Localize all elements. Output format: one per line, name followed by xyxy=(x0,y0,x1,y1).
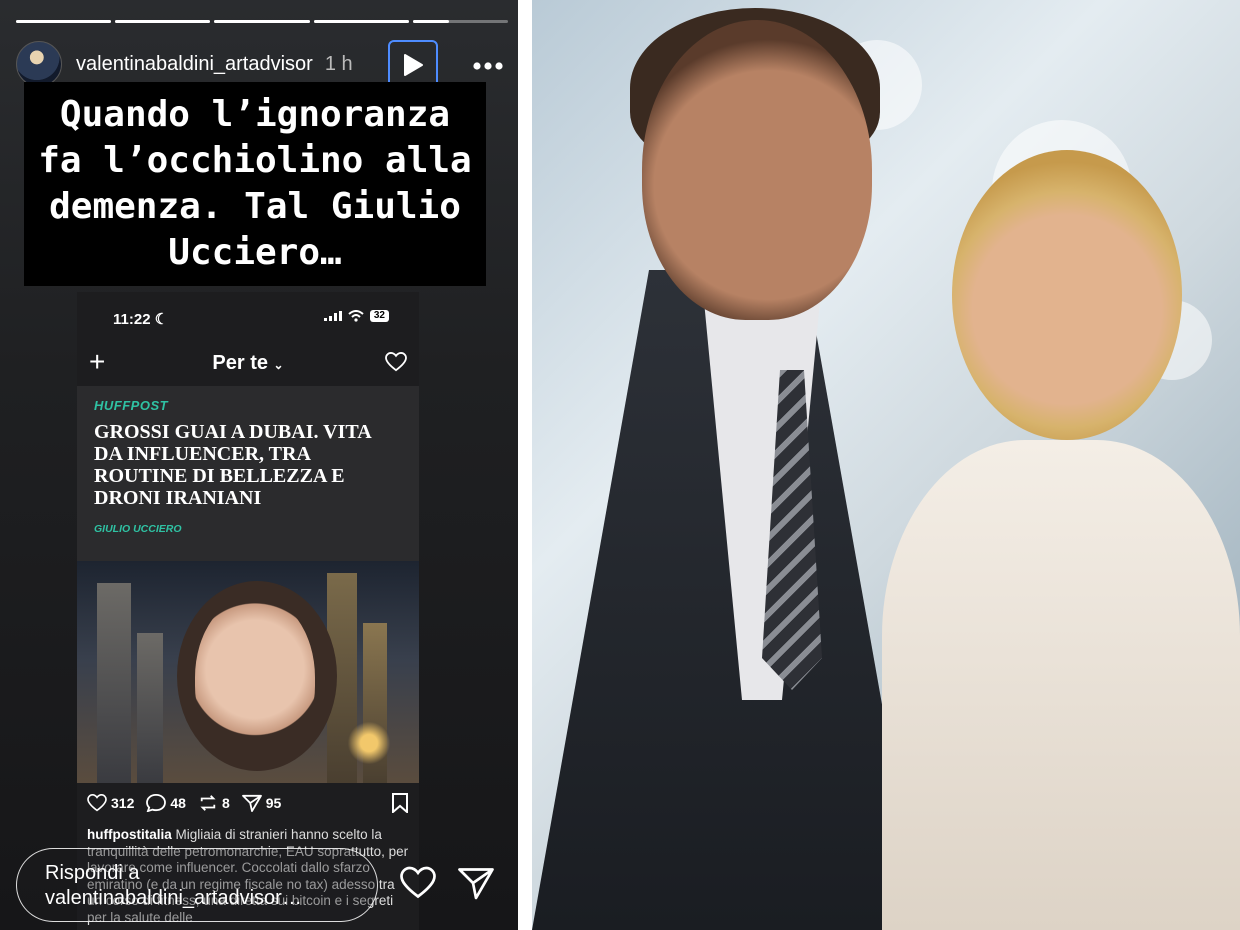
send-icon xyxy=(241,794,262,812)
story-panel: valentinabaldini_artadvisor 1 h Quando l… xyxy=(0,0,518,930)
post-author: huffpostitalia xyxy=(87,827,172,842)
progress-segment xyxy=(16,20,112,23)
progress-segment xyxy=(313,20,409,23)
like-action[interactable]: 312 xyxy=(87,794,134,812)
story-caption: Quando l’ignoranza fa l’occhiolino alla … xyxy=(38,94,472,273)
wifi-icon xyxy=(348,310,364,322)
post-actions: 312 48 8 95 xyxy=(77,783,419,813)
feed-title: Per te ⌄ xyxy=(212,352,284,374)
story-progress xyxy=(16,20,509,23)
comment-icon xyxy=(146,794,167,812)
heart-icon xyxy=(385,352,407,372)
like-count: 312 xyxy=(111,795,135,811)
comment-action[interactable]: 48 xyxy=(146,794,186,812)
bookmark-icon[interactable] xyxy=(391,793,409,813)
story-header: valentinabaldini_artadvisor 1 h xyxy=(16,40,504,90)
status-bar: 11:22 ☾ 32 xyxy=(77,292,419,344)
username[interactable]: valentinabaldini_artadvisor xyxy=(76,53,313,76)
avatar[interactable] xyxy=(16,41,62,87)
woman-dress xyxy=(882,440,1240,930)
send-icon[interactable] xyxy=(458,866,494,900)
progress-segment xyxy=(412,20,509,23)
progress-segment xyxy=(214,20,310,23)
status-clock: 11:22 ☾ xyxy=(113,311,169,328)
play-icon xyxy=(404,54,423,76)
heart-icon xyxy=(87,794,107,812)
feed-appbar: + Per te ⌄ xyxy=(77,344,419,386)
shared-screenshot: 11:22 ☾ 32 + Per te ⌄ HUFFPOST GROSSI GU… xyxy=(77,292,419,930)
caption-box: Quando l’ignoranza fa l’occhiolino alla … xyxy=(24,82,486,286)
post-time: 1 h xyxy=(324,52,353,75)
skyline-tower xyxy=(137,633,163,783)
skyline-tower xyxy=(97,583,131,783)
reply-input[interactable]: Rispondi a valentinabaldini_artadvisor… xyxy=(16,848,378,922)
article-photo xyxy=(77,561,419,783)
more-button[interactable] xyxy=(472,48,504,78)
comment-count: 48 xyxy=(170,795,186,811)
signal-icon xyxy=(323,311,342,321)
city-lights xyxy=(339,713,399,773)
repost-icon xyxy=(200,795,216,811)
couple-photo xyxy=(532,0,1240,930)
status-icons: 32 xyxy=(323,310,389,322)
repost-count: 8 xyxy=(221,795,230,811)
article-headline: GROSSI GUAI A DUBAI. VITA DA INFLUENCER,… xyxy=(94,421,371,509)
article-card: HUFFPOST GROSSI GUAI A DUBAI. VITA DA IN… xyxy=(77,386,419,561)
battery-icon: 32 xyxy=(369,310,389,322)
progress-segment xyxy=(115,20,211,23)
heart-icon[interactable] xyxy=(400,866,436,900)
more-dots-icon xyxy=(473,62,503,70)
share-action[interactable]: 95 xyxy=(241,794,282,812)
portrait-face xyxy=(195,595,315,760)
woman-face xyxy=(952,150,1182,440)
article-brand: HUFFPOST xyxy=(94,398,169,413)
article-author: GIULIO UCCIERO xyxy=(94,523,182,535)
man-face xyxy=(642,20,872,320)
share-count: 95 xyxy=(265,795,282,811)
repost-action[interactable]: 8 xyxy=(198,794,230,812)
